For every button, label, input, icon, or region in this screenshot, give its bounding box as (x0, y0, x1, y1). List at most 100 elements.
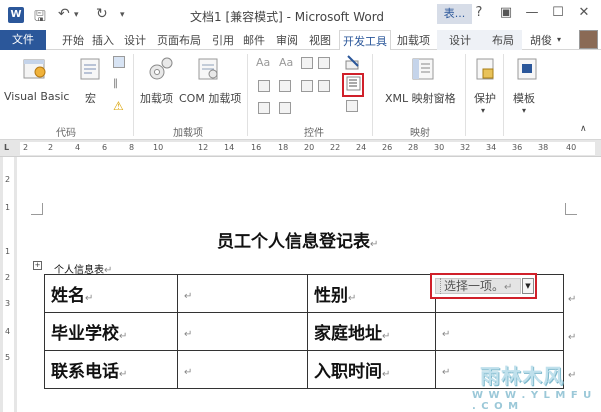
building-block-control-icon[interactable] (318, 57, 330, 69)
close-icon[interactable]: ✕ (574, 5, 594, 20)
help-icon[interactable]: ? (469, 5, 489, 20)
ribbon-display-icon[interactable]: ▣ (496, 5, 516, 20)
tab-table-layout[interactable]: 布局 (492, 32, 514, 48)
vruler-number: 5 (5, 353, 11, 362)
group-divider (133, 54, 134, 136)
xml-mapping-pane-button[interactable]: XML 映射窗格 (385, 90, 456, 106)
table-cell[interactable]: ↵ (177, 350, 308, 389)
design-mode-icon[interactable] (344, 53, 362, 71)
template-button[interactable]: 模板 (513, 90, 535, 106)
paragraph-mark: ↵ (119, 369, 128, 380)
maximize-icon[interactable]: ☐ (548, 5, 568, 20)
table-cell[interactable]: ↵ (177, 274, 308, 313)
tab-file[interactable]: 文件 (0, 30, 46, 50)
table-cell[interactable]: 家庭地址↵ (307, 312, 436, 351)
paragraph-mark: ↵ (442, 366, 451, 378)
avatar[interactable] (579, 30, 598, 49)
ruler-number: 16 (251, 143, 262, 152)
ruler-number: 38 (538, 143, 549, 152)
com-addins-button[interactable]: COM 加载项 (179, 90, 241, 106)
group-divider (247, 54, 248, 136)
table-cell[interactable]: 入职时间↵ (307, 350, 436, 389)
label-hire-date: 入职时间 (314, 362, 382, 382)
user-dropdown-icon[interactable]: ▾ (557, 35, 561, 44)
rich-text-control-icon[interactable]: Aa (256, 56, 270, 69)
table-cell[interactable]: 性别↵ (307, 274, 436, 313)
tab-view[interactable]: 视图 (309, 32, 331, 48)
ruler-number: 14 (224, 143, 235, 152)
undo-icon[interactable]: ↶ (58, 6, 70, 22)
watermark-logo: 雨林木风 W W W . Y L M F U . C O M (470, 360, 598, 412)
vruler-number: 3 (5, 299, 11, 308)
ruler-number: 8 (129, 143, 135, 152)
combo-box-control-icon[interactable] (279, 80, 291, 92)
vertical-ruler[interactable]: 2 1 1 2 3 4 5 (0, 157, 17, 412)
minimize-icon[interactable]: — (522, 5, 542, 20)
tab-mailings[interactable]: 邮件 (243, 32, 265, 48)
tab-developer[interactable]: 开发工具 (339, 30, 391, 51)
tab-selector-icon[interactable]: L (4, 143, 9, 152)
vertical-ruler-strip (3, 157, 14, 412)
table-cell[interactable]: ↵ (435, 312, 564, 351)
group-control-icon[interactable] (346, 100, 358, 112)
tab-home[interactable]: 开始 (62, 32, 84, 48)
table-cell[interactable]: 姓名↵ (44, 274, 178, 313)
protect-dropdown-icon[interactable]: ▾ (481, 106, 485, 115)
document-title[interactable]: 员工个人信息登记表↵ (217, 227, 378, 252)
table-move-handle-icon[interactable]: + (33, 261, 42, 270)
date-picker-control-icon[interactable] (301, 80, 313, 92)
context-tab-table-tools: 表... (437, 4, 472, 24)
table-cell[interactable]: 毕业学校↵ (44, 312, 178, 351)
tab-page-layout[interactable]: 页面布局 (157, 32, 201, 48)
ruler-number: 40 (566, 143, 577, 152)
macro-button[interactable]: 宏 (85, 90, 96, 106)
macro-security-icon[interactable]: ⚠ (113, 100, 125, 112)
label-address: 家庭地址 (314, 324, 382, 344)
save-icon[interactable]: 🖫 (34, 6, 46, 30)
paragraph-mark: ↵ (504, 282, 513, 293)
collapse-ribbon-icon[interactable]: ∧ (580, 124, 587, 134)
protect-button[interactable]: 保护 (474, 90, 496, 106)
table-cell[interactable]: ↵ (177, 312, 308, 351)
ribbon-tab-bar: 文件 开始 插入 设计 页面布局 引用 邮件 审阅 视图 开发工具 加载项 设计… (0, 30, 601, 51)
paragraph-mark: ↵ (184, 290, 193, 302)
code-group-label: 代码 (56, 128, 76, 139)
undo-dropdown-icon[interactable]: ▾ (74, 10, 79, 20)
repeating-section-icon[interactable] (258, 102, 270, 114)
title-bar: W 🖫 ↶ ▾ ↻ ▾ 文档1 [兼容模式] - Microsoft Word … (0, 0, 601, 30)
legacy-forms-icon[interactable] (279, 102, 291, 114)
ruler-number: 34 (486, 143, 497, 152)
vruler-number: 1 (5, 203, 11, 212)
dropdown-arrow-button[interactable]: ▼ (522, 278, 534, 294)
word-logo-icon[interactable]: W (8, 7, 24, 23)
tab-table-design[interactable]: 设计 (449, 32, 471, 48)
user-name[interactable]: 胡俊 (530, 32, 552, 48)
xml-mapping-pane-icon (412, 58, 434, 80)
ruler-number: 6 (102, 143, 108, 152)
watermark-url: W W W . Y L M F U . C O M (472, 390, 593, 412)
tab-references[interactable]: 引用 (212, 32, 234, 48)
pause-recording-icon[interactable]: ‖ (113, 78, 125, 90)
addins-button[interactable]: 加载项 (140, 90, 173, 106)
dropdown-value[interactable]: 选择一项。↵ (435, 278, 521, 294)
plain-text-control-icon[interactable]: Aa (279, 56, 293, 69)
mapping-group-label: 映射 (410, 128, 430, 139)
visual-basic-button[interactable]: Visual Basic (4, 90, 69, 103)
customize-qat-icon[interactable]: ▾ (120, 10, 125, 20)
tab-addins[interactable]: 加载项 (397, 32, 430, 48)
checkbox-control-icon[interactable] (258, 80, 270, 92)
template-dropdown-icon[interactable]: ▾ (522, 106, 526, 115)
horizontal-ruler[interactable]: L 2 2 4 6 8 10 12 14 16 18 20 22 24 26 2… (0, 140, 601, 157)
tab-design[interactable]: 设计 (124, 32, 146, 48)
dropdown-list-control[interactable]: 选择一项。↵ ▼ (430, 273, 537, 299)
picture-control-icon[interactable] (301, 57, 313, 69)
template-icon (517, 58, 537, 80)
control-grip-icon[interactable] (435, 278, 441, 294)
tab-review[interactable]: 审阅 (276, 32, 298, 48)
redo-icon[interactable]: ↻ (96, 6, 108, 22)
tab-insert[interactable]: 插入 (92, 32, 114, 48)
legacy-tools-icon[interactable] (318, 80, 330, 92)
vruler-number: 2 (5, 175, 11, 184)
record-macro-icon[interactable] (113, 56, 125, 68)
table-cell[interactable]: 联系电话↵ (44, 350, 178, 389)
